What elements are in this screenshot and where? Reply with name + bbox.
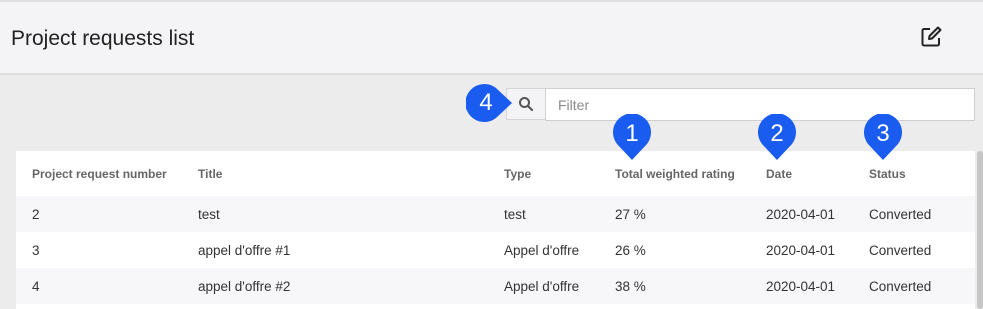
cell-type: Appel d'offre: [504, 242, 580, 258]
table-header-row: Project request number Title Type Total …: [16, 151, 975, 196]
marker-number: 4: [479, 89, 493, 116]
cell-status: Converted: [869, 206, 932, 222]
column-header-title[interactable]: Title: [198, 151, 222, 196]
cell-date: 2020-04-01: [766, 242, 836, 258]
cell-title: test: [198, 206, 220, 222]
cell-title: appel d'offre #1: [198, 242, 291, 258]
marker-number: 2: [770, 120, 784, 147]
cell-status: Converted: [869, 278, 932, 294]
cell-number: 4: [32, 278, 40, 294]
callout-marker-4: 4: [466, 82, 512, 124]
cell-rating: 26 %: [615, 242, 646, 258]
table-row[interactable]: 4 appel d'offre #2 Appel d'offre 38 % 20…: [16, 268, 975, 304]
vertical-scrollbar[interactable]: [977, 151, 983, 309]
callout-marker-2: 2: [757, 114, 797, 160]
edit-square-icon: [921, 26, 942, 47]
callout-marker-3: 3: [863, 114, 903, 160]
cell-rating: 27 %: [615, 206, 646, 222]
cell-date: 2020-04-01: [766, 206, 836, 222]
edit-button[interactable]: [918, 24, 944, 50]
cell-title: appel d'offre #2: [198, 278, 291, 294]
column-header-number[interactable]: Project request number: [32, 151, 167, 196]
cell-type: test: [504, 206, 526, 222]
project-requests-table: Project request number Title Type Total …: [16, 151, 975, 309]
search-icon: [519, 97, 534, 112]
search-button[interactable]: [506, 88, 546, 120]
cell-number: 3: [32, 242, 40, 258]
column-header-type[interactable]: Type: [504, 151, 531, 196]
callout-marker-1: 1: [612, 114, 652, 160]
page-title: Project requests list: [11, 27, 195, 50]
cell-number: 2: [32, 206, 40, 222]
table-row[interactable]: 2 test test 27 % 2020-04-01 Converted: [16, 196, 975, 232]
cell-rating: 38 %: [615, 278, 646, 294]
cell-date: 2020-04-01: [766, 278, 836, 294]
page-header: Project requests list: [0, 0, 983, 75]
table-row[interactable]: 3 appel d'offre #1 Appel d'offre 26 % 20…: [16, 232, 975, 268]
marker-number: 3: [876, 120, 890, 147]
cell-status: Converted: [869, 242, 932, 258]
marker-number: 1: [625, 120, 639, 147]
cell-type: Appel d'offre: [504, 278, 580, 294]
